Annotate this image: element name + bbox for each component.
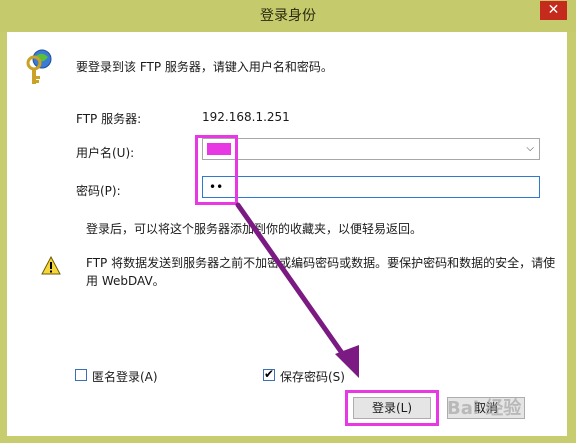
anonymous-label: 匿名登录(A)	[92, 370, 158, 384]
anonymous-checkbox[interactable]	[75, 369, 87, 381]
title-bar: 登录身份 ✕	[0, 0, 576, 32]
window-title: 登录身份	[260, 8, 316, 24]
highlight-login	[345, 390, 439, 426]
dialog-body: 要登录到该 FTP 服务器，请键入用户名和密码。 FTP 服务器: 192.16…	[7, 32, 567, 436]
checkmark-icon: ✔	[264, 367, 275, 381]
save-password-label: 保存密码(S)	[280, 370, 345, 384]
close-button[interactable]: ✕	[540, 1, 567, 20]
login-dialog: 登录身份 ✕ 要登录到该 FTP 服务器，请键入用户名和密码。 FTP 服务器:…	[0, 0, 576, 443]
watermark: Bai 经验	[447, 398, 522, 419]
save-password-checkbox[interactable]: ✔	[263, 367, 275, 381]
